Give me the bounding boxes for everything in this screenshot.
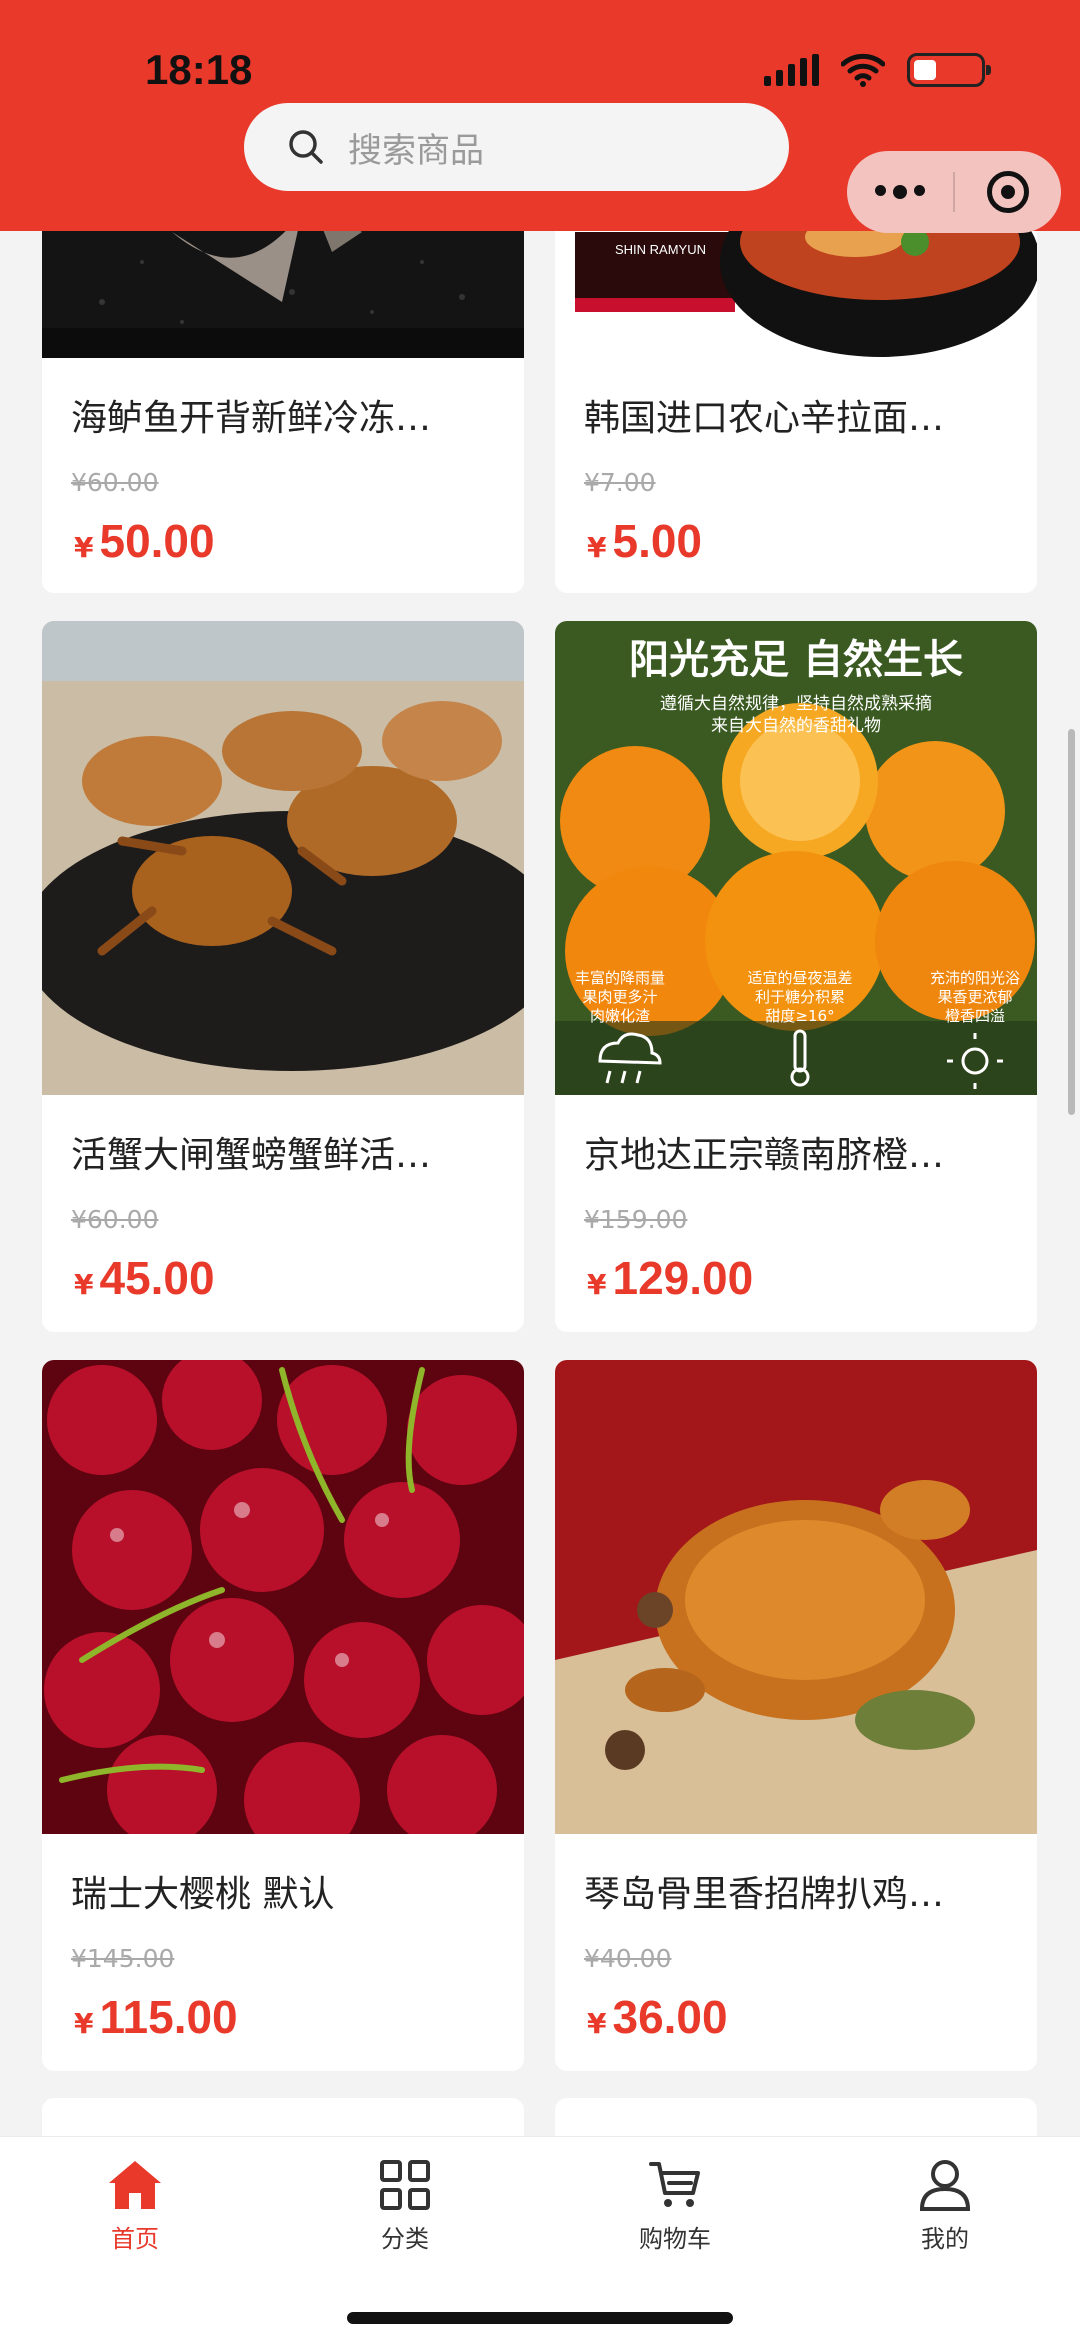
price-amount: 50.00 <box>99 515 215 567</box>
status-icons <box>764 52 991 88</box>
product-card-partial[interactable] <box>555 2098 1037 2136</box>
battery-icon <box>907 53 991 87</box>
home-indicator <box>347 2312 733 2324</box>
fish-photo <box>42 231 524 358</box>
orange-feature-text: 肉嫩化渣 <box>590 1007 650 1025</box>
crab-photo <box>42 621 524 1095</box>
price-symbol: ¥ <box>74 531 94 564</box>
orange-feature-text: 橙香四溢 <box>945 1007 1005 1025</box>
scrollbar[interactable] <box>1068 729 1075 1115</box>
product-card[interactable]: 活蟹大闸蟹螃蟹鲜活… ¥60.00 ¥ 45.00 <box>42 621 524 1332</box>
product-name: 韩国进口农心辛拉面… <box>584 398 945 439</box>
product-price: ¥ 36.00 <box>587 1990 728 2044</box>
price-symbol: ¥ <box>587 2007 607 2040</box>
product-card[interactable]: 琴岛骨里香招牌扒鸡… ¥40.00 ¥ 36.00 <box>555 1360 1037 2071</box>
product-name: 海鲈鱼开背新鲜冷冻… <box>71 398 432 439</box>
status-time: 18:18 <box>145 46 253 93</box>
product-original-price: ¥40.00 <box>584 1944 672 1973</box>
tab-label: 我的 <box>921 2225 969 2253</box>
orange-image-subtitle-2: 来自大自然的香甜礼物 <box>711 716 881 736</box>
price-amount: 115.00 <box>99 1991 238 2043</box>
product-list[interactable]: 海鲈鱼开背新鲜冷冻… ¥60.00 ¥ 50.00 SHIN RAMYUN 韩国… <box>0 231 1080 2136</box>
tab-cart[interactable]: 购物车 <box>575 2159 775 2254</box>
tab-home[interactable]: 首页 <box>35 2159 235 2254</box>
price-symbol: ¥ <box>587 1268 607 1301</box>
orange-feature-text: 果肉更多汁 <box>582 988 657 1006</box>
price-amount: 5.00 <box>612 515 703 567</box>
cherry-photo <box>42 1360 524 1834</box>
product-card-partial[interactable] <box>42 2098 524 2136</box>
orange-image-subtitle-1: 遵循大自然规律，坚持自然成熟采摘 <box>660 693 932 714</box>
header: 18:18 搜索商品 <box>0 0 1080 233</box>
tab-profile[interactable]: 我的 <box>845 2159 1045 2254</box>
mini-program-capsule <box>847 151 1061 233</box>
orange-feature-text: 丰富的降雨量 <box>575 969 665 987</box>
product-card[interactable]: 瑞士大樱桃 默认 ¥145.00 ¥ 115.00 <box>42 1360 524 2071</box>
product-image <box>42 621 524 1095</box>
chicken-photo <box>555 1360 1037 1834</box>
product-original-price: ¥60.00 <box>71 1205 159 1234</box>
tabbar: 首页 分类 购物车 我的 <box>0 2136 1080 2341</box>
product-original-price: ¥7.00 <box>584 468 656 497</box>
product-price: ¥ 115.00 <box>74 1990 238 2044</box>
ramen-photo: SHIN RAMYUN <box>555 231 1037 358</box>
orange-image-title: 阳光充足 自然生长 <box>629 637 963 683</box>
tab-label: 首页 <box>111 2225 159 2253</box>
product-price: ¥ 50.00 <box>74 514 215 568</box>
product-image: SHIN RAMYUN <box>555 231 1037 358</box>
price-symbol: ¥ <box>74 2007 94 2040</box>
wifi-icon <box>841 53 885 87</box>
product-name: 活蟹大闸蟹螃蟹鲜活… <box>71 1135 432 1176</box>
product-image <box>42 231 524 358</box>
price-amount: 45.00 <box>99 1252 215 1304</box>
orange-photo: 阳光充足 自然生长 遵循大自然规律，坚持自然成熟采摘 来自大自然的香甜礼物 丰富… <box>555 621 1037 1095</box>
search-icon <box>289 130 323 164</box>
price-amount: 129.00 <box>612 1252 754 1304</box>
home-icon <box>109 2161 161 2209</box>
user-icon <box>919 2160 971 2211</box>
orange-feature-text: 充沛的阳光浴 <box>930 969 1020 987</box>
product-original-price: ¥60.00 <box>71 468 159 497</box>
orange-feature-text: 果香更浓郁 <box>937 988 1012 1006</box>
product-image: 阳光充足 自然生长 遵循大自然规律，坚持自然成熟采摘 来自大自然的香甜礼物 丰富… <box>555 621 1037 1095</box>
product-price: ¥ 45.00 <box>74 1251 215 1305</box>
ramen-brand-text: SHIN RAMYUN <box>615 242 706 257</box>
search-bar[interactable]: 搜索商品 <box>244 103 789 191</box>
orange-feature-text: 利于糖分积累 <box>755 988 845 1006</box>
product-original-price: ¥145.00 <box>71 1944 175 1973</box>
product-original-price: ¥159.00 <box>584 1205 688 1234</box>
product-price: ¥ 129.00 <box>587 1251 753 1305</box>
tab-label: 分类 <box>381 2225 429 2253</box>
product-name: 琴岛骨里香招牌扒鸡… <box>584 1874 945 1915</box>
product-name: 瑞士大樱桃 默认 <box>71 1874 335 1915</box>
tab-category[interactable]: 分类 <box>305 2159 505 2254</box>
price-symbol: ¥ <box>587 531 607 564</box>
orange-feature-text: 甜度≥16° <box>765 1007 834 1025</box>
product-name: 京地达正宗赣南脐橙… <box>584 1135 945 1176</box>
more-icon[interactable] <box>847 185 953 199</box>
search-placeholder: 搜索商品 <box>348 130 484 171</box>
price-symbol: ¥ <box>74 1268 94 1301</box>
product-card[interactable]: 海鲈鱼开背新鲜冷冻… ¥60.00 ¥ 50.00 <box>42 231 524 593</box>
cart-icon <box>649 2162 700 2207</box>
product-price: ¥ 5.00 <box>587 514 702 568</box>
product-card[interactable]: SHIN RAMYUN 韩国进口农心辛拉面… ¥7.00 ¥ 5.00 <box>555 231 1037 593</box>
product-image <box>42 1360 524 1834</box>
tab-label: 购物车 <box>639 2225 711 2253</box>
close-target-icon[interactable] <box>955 171 1061 213</box>
product-card[interactable]: 阳光充足 自然生长 遵循大自然规律，坚持自然成熟采摘 来自大自然的香甜礼物 丰富… <box>555 621 1037 1332</box>
signal-icon <box>764 54 819 86</box>
orange-feature-text: 适宜的昼夜温差 <box>747 969 852 987</box>
price-amount: 36.00 <box>612 1991 728 2043</box>
grid-icon <box>380 2160 430 2210</box>
product-image <box>555 1360 1037 1834</box>
